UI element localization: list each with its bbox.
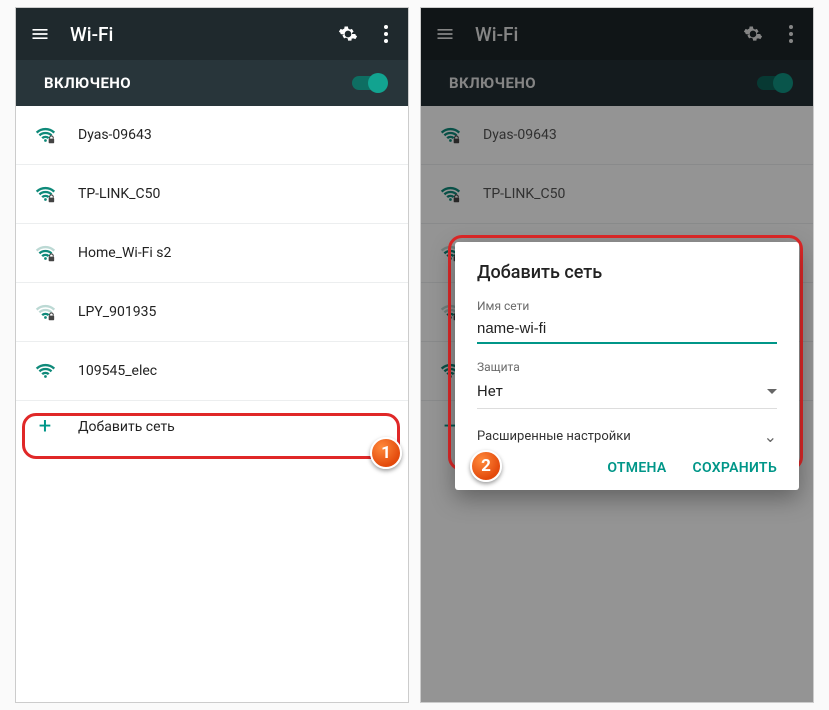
- save-button[interactable]: СОХРАНИТЬ: [693, 460, 777, 476]
- network-ssid: Dyas-09643: [78, 127, 390, 143]
- network-row[interactable]: Dyas-09643: [16, 106, 408, 165]
- wifi-secure-icon: [34, 183, 56, 205]
- security-value: Нет: [477, 382, 503, 400]
- add-network-label: Добавить сеть: [78, 419, 175, 435]
- advanced-toggle[interactable]: Расширенные настройки ⌄: [477, 423, 777, 460]
- add-network-row[interactable]: + Добавить сеть: [16, 401, 408, 453]
- more-icon[interactable]: [378, 25, 394, 43]
- network-ssid: LPY_901935: [78, 304, 390, 320]
- cancel-button[interactable]: ОТМЕНА: [607, 460, 666, 476]
- appbar-title: Wi-Fi: [70, 23, 318, 46]
- wifi-toggle[interactable]: [352, 76, 386, 90]
- phone-screen-1: Wi-Fi ВКЛЮЧЕНО Dyas-09643 TP-LINK_C50 Home…: [15, 7, 409, 703]
- network-row[interactable]: 109545_elec: [16, 342, 408, 401]
- step-badge-1: 1: [370, 437, 402, 469]
- wifi-secure-icon: [34, 301, 56, 323]
- network-ssid: 109545_elec: [78, 363, 390, 379]
- add-network-dialog: Добавить сеть Имя сети Защита Нет Расшир…: [455, 242, 799, 490]
- wifi-toggle-bar: ВКЛЮЧЕНО: [16, 60, 408, 106]
- network-list: Dyas-09643 TP-LINK_C50 Home_Wi-Fi s2 LPY_90…: [16, 106, 408, 401]
- menu-icon[interactable]: [30, 24, 50, 44]
- dialog-title: Добавить сеть: [477, 262, 777, 283]
- gear-icon[interactable]: [338, 24, 358, 44]
- network-row[interactable]: Home_Wi-Fi s2: [16, 224, 408, 283]
- chevron-down-icon: ⌄: [764, 427, 777, 446]
- security-field-label: Защита: [477, 360, 777, 374]
- security-select[interactable]: Нет: [477, 378, 777, 409]
- ssid-field-label: Имя сети: [477, 299, 777, 313]
- wifi-secure-icon: [34, 242, 56, 264]
- advanced-label: Расширенные настройки: [477, 429, 631, 444]
- appbar: Wi-Fi: [16, 8, 408, 60]
- network-row[interactable]: TP-LINK_C50: [16, 165, 408, 224]
- phone-screen-2: Wi-Fi ВКЛЮЧЕНО Dyas-09643TP-LINK_C50Home…: [420, 7, 814, 703]
- network-row[interactable]: LPY_901935: [16, 283, 408, 342]
- step-badge-2: 2: [470, 450, 502, 482]
- plus-icon: +: [34, 416, 56, 438]
- wifi-icon: [34, 360, 56, 382]
- dropdown-icon: [767, 389, 777, 394]
- network-ssid: Home_Wi-Fi s2: [78, 245, 390, 261]
- network-ssid: TP-LINK_C50: [78, 186, 390, 202]
- wifi-secure-icon: [34, 124, 56, 146]
- enabled-label: ВКЛЮЧЕНО: [44, 74, 131, 92]
- ssid-input[interactable]: [477, 317, 777, 344]
